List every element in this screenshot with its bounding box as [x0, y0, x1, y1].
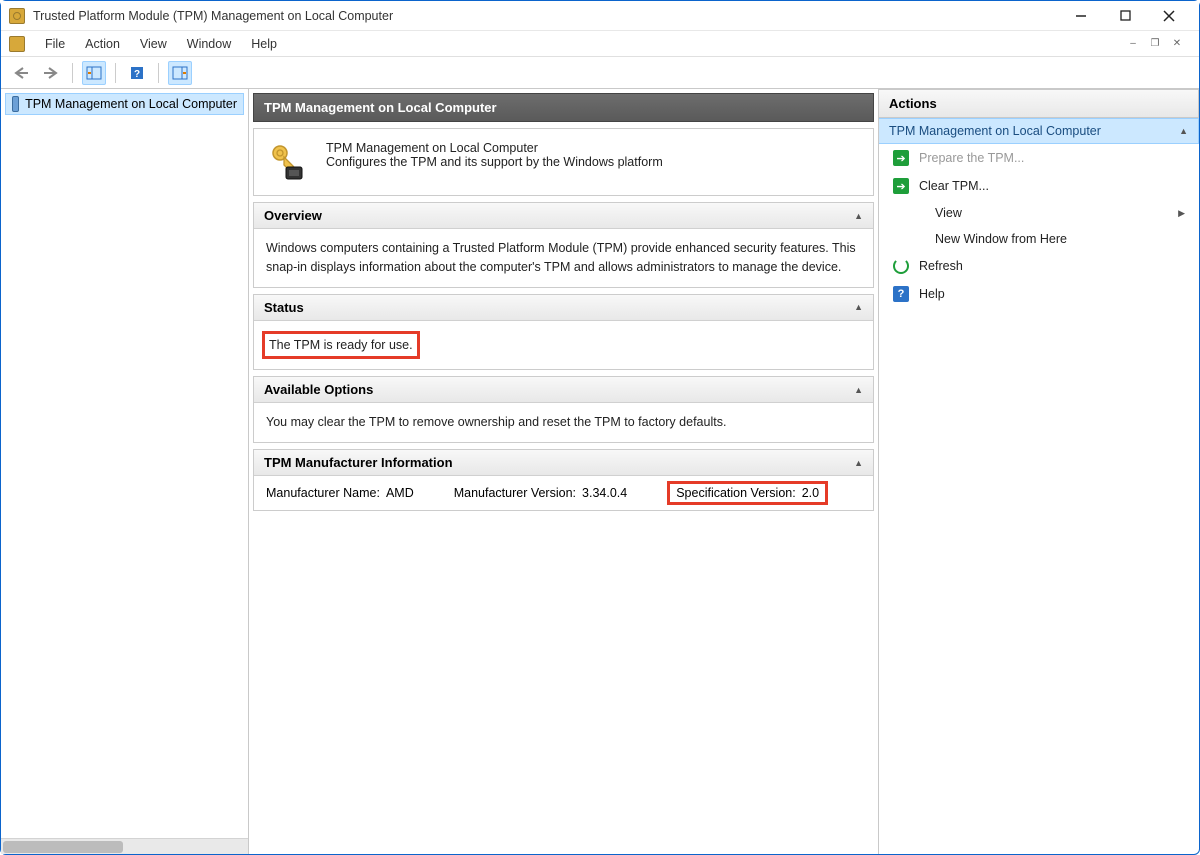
collapse-caret-icon: ▲ [854, 211, 863, 221]
collapse-caret-icon: ▲ [854, 302, 863, 312]
status-header[interactable]: Status ▲ [254, 295, 873, 321]
doc-minimize-icon[interactable]: – [1125, 36, 1141, 52]
actions-pane: Actions TPM Management on Local Computer… [879, 89, 1199, 854]
window-title: Trusted Platform Module (TPM) Management… [33, 9, 1059, 23]
tree-node-tpm[interactable]: TPM Management on Local Computer [5, 93, 244, 115]
action-label: New Window from Here [935, 232, 1067, 246]
action-clear-tpm[interactable]: ➔ Clear TPM... [879, 172, 1199, 200]
action-label: Help [919, 287, 945, 301]
mmc-icon [9, 36, 25, 52]
action-view[interactable]: View ▶ [879, 200, 1199, 226]
nav-forward-button[interactable] [39, 61, 63, 85]
nav-back-button[interactable] [9, 61, 33, 85]
actions-panel-title: Actions [879, 89, 1199, 118]
collapse-caret-icon: ▲ [854, 458, 863, 468]
svg-text:?: ? [134, 69, 140, 80]
details-header: TPM Management on Local Computer [253, 93, 874, 122]
status-text: The TPM is ready for use. [262, 331, 420, 360]
action-new-window-from-here[interactable]: New Window from Here [879, 226, 1199, 252]
available-options-section: Available Options ▲ You may clear the TP… [253, 376, 874, 443]
help-button[interactable]: ? [125, 61, 149, 85]
show-hide-action-pane-button[interactable] [168, 61, 192, 85]
manufacturer-version-field: Manufacturer Version: 3.34.0.4 [454, 486, 627, 500]
arrow-right-icon: ➔ [893, 150, 909, 166]
collapse-caret-icon: ▲ [854, 385, 863, 395]
overview-header[interactable]: Overview ▲ [254, 203, 873, 229]
menu-help[interactable]: Help [241, 35, 287, 53]
action-help[interactable]: ? Help [879, 280, 1199, 308]
status-section: Status ▲ The TPM is ready for use. [253, 294, 874, 371]
arrow-right-icon: ➔ [893, 178, 909, 194]
action-label: Prepare the TPM... [919, 151, 1024, 165]
tpm-node-icon [12, 96, 19, 112]
menu-view[interactable]: View [130, 35, 177, 53]
collapse-caret-icon: ▲ [1179, 126, 1188, 136]
menu-file[interactable]: File [35, 35, 75, 53]
doc-restore-icon[interactable]: ❐ [1147, 36, 1163, 52]
toolbar: ? [1, 57, 1199, 89]
minimize-button[interactable] [1059, 1, 1103, 31]
maximize-button[interactable] [1103, 1, 1147, 31]
navigation-tree-pane: TPM Management on Local Computer [1, 89, 249, 854]
manufacturer-info-section: TPM Manufacturer Information ▲ Manufactu… [253, 449, 874, 511]
intro-title: TPM Management on Local Computer [326, 141, 663, 155]
submenu-arrow-icon: ▶ [1178, 208, 1185, 219]
app-icon [9, 8, 25, 24]
menu-action[interactable]: Action [75, 35, 130, 53]
doc-close-icon[interactable]: ✕ [1169, 36, 1185, 52]
action-refresh[interactable]: Refresh [879, 252, 1199, 280]
action-label: View [935, 206, 962, 220]
intro-box: TPM Management on Local Computer Configu… [253, 128, 874, 196]
details-pane: TPM Management on Local Computer TPM Man… [249, 89, 879, 854]
overview-body: Windows computers containing a Trusted P… [254, 229, 873, 287]
title-bar: Trusted Platform Module (TPM) Management… [1, 1, 1199, 31]
overview-section: Overview ▲ Windows computers containing … [253, 202, 874, 288]
specification-version-field: Specification Version: 2.0 [667, 481, 828, 505]
menu-bar: File Action View Window Help – ❐ ✕ [1, 31, 1199, 57]
intro-description: Configures the TPM and its support by th… [326, 155, 663, 169]
refresh-icon [893, 258, 909, 274]
tpm-key-chip-icon [266, 141, 308, 183]
tree-node-label: TPM Management on Local Computer [25, 97, 237, 111]
actions-group-header[interactable]: TPM Management on Local Computer ▲ [879, 118, 1199, 144]
action-prepare-the-tpm: ➔ Prepare the TPM... [879, 144, 1199, 172]
manufacturer-info-header[interactable]: TPM Manufacturer Information ▲ [254, 450, 873, 476]
available-options-header[interactable]: Available Options ▲ [254, 377, 873, 403]
actions-list: ➔ Prepare the TPM... ➔ Clear TPM... View ▶ New… [879, 144, 1199, 308]
menu-window[interactable]: Window [177, 35, 241, 53]
manufacturer-name-field: Manufacturer Name: AMD [266, 486, 414, 500]
action-label: Clear TPM... [919, 179, 989, 193]
action-label: Refresh [919, 259, 963, 273]
help-icon: ? [893, 286, 909, 302]
available-options-body: You may clear the TPM to remove ownershi… [254, 403, 873, 442]
horizontal-scrollbar[interactable] [1, 838, 248, 854]
close-button[interactable] [1147, 1, 1191, 31]
scrollbar-thumb[interactable] [3, 841, 123, 853]
show-hide-tree-button[interactable] [82, 61, 106, 85]
